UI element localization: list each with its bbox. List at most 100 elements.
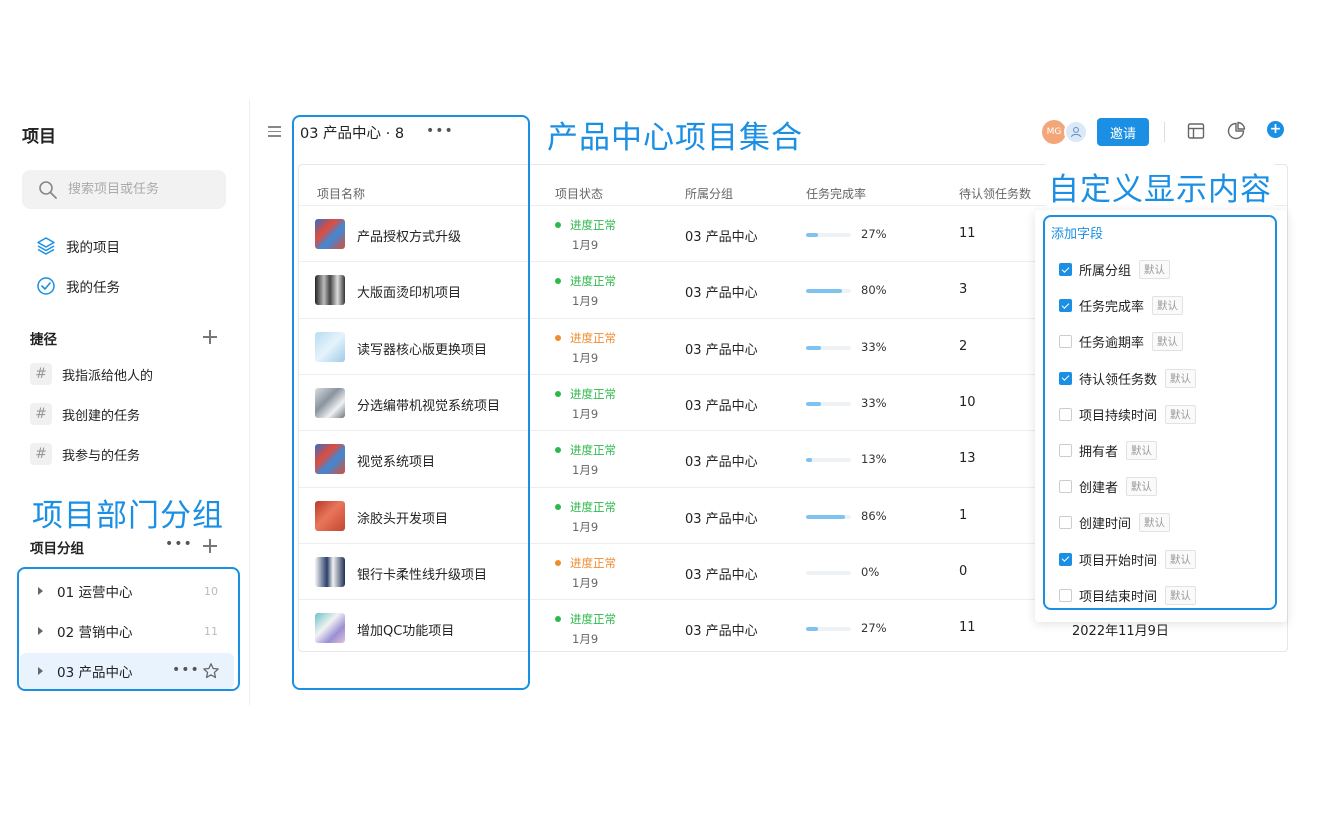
add-field-link[interactable]: 添加字段 xyxy=(1051,223,1103,242)
project-name[interactable]: 涂胶头开发项目 xyxy=(357,508,448,527)
progress-bar xyxy=(806,458,851,463)
project-name[interactable]: 银行卡柔性线升级项目 xyxy=(357,564,487,583)
project-thumbnail xyxy=(315,500,345,531)
search-box[interactable] xyxy=(22,170,226,209)
shortcut-item[interactable]: # 我指派给他人的 xyxy=(30,363,153,385)
status-date: 1月9 xyxy=(572,519,599,534)
field-option[interactable]: 创建时间 默认 xyxy=(1059,513,1171,533)
field-label: 待认领任务数 xyxy=(1079,372,1158,388)
project-name[interactable]: 增加QC功能项目 xyxy=(357,620,454,639)
progress-percent: 33% xyxy=(861,339,887,354)
progress-bar xyxy=(806,570,851,575)
group-item[interactable]: 02 营销中心 11 xyxy=(20,613,234,649)
sidebar-item-label: 我的任务 xyxy=(66,280,120,296)
project-thumbnail xyxy=(315,613,345,644)
checkbox[interactable] xyxy=(1059,299,1072,313)
expand-icon[interactable] xyxy=(38,587,43,595)
status-text: 进度正常 xyxy=(570,555,616,570)
field-option[interactable]: 任务完成率 默认 xyxy=(1059,296,1184,316)
search-input[interactable] xyxy=(68,182,208,197)
sidebar-title: 项目 xyxy=(22,127,56,147)
add-group-icon[interactable] xyxy=(201,537,219,555)
invite-button[interactable]: 邀请 xyxy=(1097,118,1149,146)
status-date: 1月9 xyxy=(572,406,599,421)
pending-count: 1 xyxy=(959,507,968,523)
status-dot xyxy=(555,334,561,341)
more-icon[interactable]: ••• xyxy=(165,536,193,552)
progress-bar xyxy=(806,345,851,350)
group-count: 10 xyxy=(204,584,218,598)
checkbox[interactable] xyxy=(1059,516,1072,530)
status-dot xyxy=(555,616,561,623)
group-cell: 03 产品中心 xyxy=(685,398,758,414)
progress-bar xyxy=(806,514,851,519)
check-circle-icon xyxy=(37,277,55,295)
project-name[interactable]: 大版面烫印机项目 xyxy=(357,282,461,301)
status-text: 进度正常 xyxy=(570,274,616,289)
status-dot xyxy=(555,222,561,228)
user-icon[interactable] xyxy=(1064,120,1088,144)
project-name[interactable]: 读写器核心版更换项目 xyxy=(357,339,487,358)
more-icon[interactable]: ••• xyxy=(426,123,454,139)
expand-icon[interactable] xyxy=(38,627,43,635)
expand-icon[interactable] xyxy=(38,667,43,675)
shortcut-label: 我创建的任务 xyxy=(62,408,141,424)
field-option[interactable]: 任务逾期率 默认 xyxy=(1059,332,1184,352)
group-cell: 03 产品中心 xyxy=(685,511,758,527)
group-item-active[interactable]: 03 产品中心 ••• xyxy=(20,653,234,689)
avatar[interactable]: MG xyxy=(1042,120,1066,144)
checkbox[interactable] xyxy=(1059,444,1072,457)
page-title: 03 产品中心 · 8 xyxy=(300,126,405,142)
menu-icon[interactable] xyxy=(268,126,281,140)
sidebar: 项目 我的项目 我的任务 捷径 # 我指派给他人的 # 我创建的任务 # 我参与… xyxy=(0,100,250,705)
field-label: 所属分组 xyxy=(1079,264,1132,279)
column-header[interactable]: 所属分组 xyxy=(685,185,733,202)
groups-heading: 项目分组 xyxy=(30,541,84,557)
progress-fill xyxy=(806,627,819,632)
field-option[interactable]: 项目持续时间 默认 xyxy=(1059,404,1197,424)
star-icon[interactable] xyxy=(202,662,220,680)
checkbox[interactable] xyxy=(1059,552,1072,566)
layers-icon xyxy=(37,237,55,255)
progress-fill xyxy=(806,401,821,406)
checkbox[interactable] xyxy=(1059,480,1072,494)
add-shortcut-icon[interactable] xyxy=(201,328,219,346)
field-option[interactable]: 所属分组 默认 xyxy=(1059,260,1171,279)
field-option[interactable]: 项目开始时间 默认 xyxy=(1059,549,1197,569)
pending-count: 10 xyxy=(959,394,976,410)
status-badge: 进度正常 xyxy=(555,442,616,458)
add-icon[interactable]: + xyxy=(1267,121,1284,138)
project-name[interactable]: 分选编带机视觉系统项目 xyxy=(357,395,500,414)
field-option[interactable]: 拥有者 默认 xyxy=(1059,441,1158,460)
field-option[interactable]: 创建者 默认 xyxy=(1059,477,1158,497)
checkbox[interactable] xyxy=(1059,263,1072,276)
project-name[interactable]: 产品授权方式升级 xyxy=(357,226,461,245)
checkbox[interactable] xyxy=(1059,407,1072,421)
default-tag: 默认 xyxy=(1165,368,1197,388)
layout-icon[interactable] xyxy=(1186,121,1206,141)
status-dot xyxy=(555,503,561,510)
field-option[interactable]: 项目结束时间 默认 xyxy=(1059,585,1197,605)
status-text: 进度正常 xyxy=(570,330,616,345)
column-header[interactable]: 待认领任务数 xyxy=(959,185,1031,202)
shortcut-label: 我参与的任务 xyxy=(62,448,141,464)
sidebar-item-my-projects[interactable]: 我的项目 xyxy=(36,236,120,256)
column-header[interactable]: 任务完成率 xyxy=(806,185,866,202)
default-tag: 默认 xyxy=(1126,477,1158,497)
column-header[interactable]: 项目状态 xyxy=(555,185,603,202)
group-item[interactable]: 01 运营中心 10 xyxy=(20,573,234,609)
pie-chart-icon[interactable] xyxy=(1226,121,1246,141)
pending-count: 11 xyxy=(959,226,976,241)
progress-bar xyxy=(806,233,851,237)
field-option[interactable]: 待认领任务数 默认 xyxy=(1059,368,1197,388)
sidebar-item-my-tasks[interactable]: 我的任务 xyxy=(36,276,120,296)
project-thumbnail xyxy=(315,275,345,306)
shortcut-item[interactable]: # 我参与的任务 xyxy=(30,443,140,465)
checkbox[interactable] xyxy=(1059,371,1072,385)
checkbox[interactable] xyxy=(1059,335,1072,349)
project-name[interactable]: 视觉系统项目 xyxy=(357,451,435,470)
more-icon[interactable]: ••• xyxy=(172,662,200,678)
checkbox[interactable] xyxy=(1059,588,1072,602)
shortcut-item[interactable]: # 我创建的任务 xyxy=(30,403,140,425)
column-header[interactable]: 项目名称 xyxy=(317,185,365,202)
